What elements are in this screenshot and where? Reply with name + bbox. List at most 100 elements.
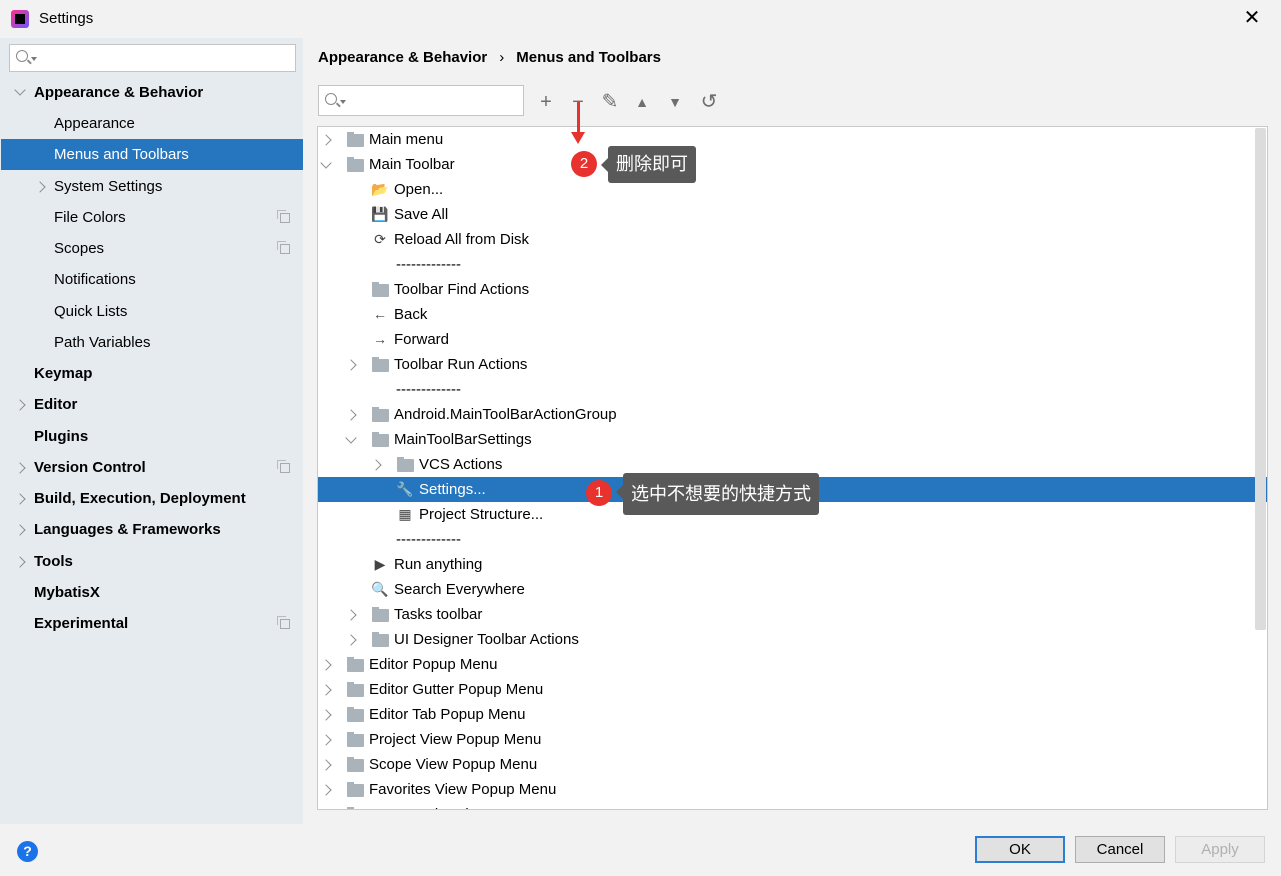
tree-item[interactable]: Toolbar Find Actions [318, 277, 1267, 302]
sidebar-item-label: System Settings [54, 178, 163, 195]
sidebar-item[interactable]: Appearance & Behavior [1, 77, 303, 108]
chevron-down-icon[interactable] [345, 432, 357, 444]
sidebar-item[interactable]: Languages & Frameworks [1, 514, 303, 545]
chevron-right-icon[interactable] [370, 459, 382, 471]
cancel-button[interactable]: Cancel [1075, 836, 1165, 863]
tree-item[interactable]: Toolbar Run Actions [318, 352, 1267, 377]
tree-item[interactable]: 🔍 Search Everywhere [318, 577, 1267, 602]
tree-item[interactable]: Editor Gutter Popup Menu [318, 677, 1267, 702]
move-down-button[interactable]: ▼ [663, 90, 687, 114]
sidebar-item-label: Editor [34, 396, 78, 413]
tree-item-label: Back [394, 306, 428, 323]
sidebar-item[interactable]: MybatisX [1, 577, 303, 608]
tree-item-label: Project View Popup Menu [369, 731, 542, 748]
sidebar-item[interactable]: Keymap [1, 358, 303, 389]
tree-item[interactable]: Main Toolbar [318, 152, 1267, 177]
tree-item-label: Run anything [394, 556, 483, 573]
chevron-down-icon[interactable] [14, 84, 26, 96]
tree-item[interactable]: 💾 Save All [318, 202, 1267, 227]
breadcrumb-separator: › [499, 49, 505, 66]
chevron-right-icon[interactable] [320, 134, 332, 146]
breadcrumb-current: Menus and Toolbars [516, 49, 661, 66]
sidebar-item[interactable]: Path Variables [1, 327, 303, 358]
tree-item-label: Search Everywhere [394, 581, 525, 598]
tree-item[interactable]: → Forward [318, 327, 1267, 352]
sidebar-item[interactable]: System Settings [1, 171, 303, 202]
tree-item[interactable]: ▶ Run anything [318, 552, 1267, 577]
sidebar-item[interactable]: Build, Execution, Deployment [1, 483, 303, 514]
tree-item[interactable]: Project View Popup Menu [318, 727, 1267, 752]
tree-item-label: Settings... [419, 481, 486, 498]
chevron-right-icon[interactable] [320, 659, 332, 671]
tree-item[interactable]: Editor Tab Popup Menu [318, 702, 1267, 727]
tree-item[interactable]: Favorites View Popup Menu [318, 777, 1267, 802]
sidebar-search-input[interactable] [9, 44, 296, 72]
chevron-right-icon[interactable] [14, 462, 26, 474]
run-anything-icon: ▶ [374, 556, 386, 572]
tree-item[interactable]: MainToolBarSettings [318, 427, 1267, 452]
tree-item[interactable]: ← Back [318, 302, 1267, 327]
chevron-right-icon[interactable] [345, 359, 357, 371]
chevron-right-icon[interactable] [320, 709, 332, 721]
vertical-scrollbar[interactable] [1255, 128, 1266, 630]
sidebar-item-label: Plugins [34, 428, 89, 445]
close-button[interactable]: ✕ [1240, 6, 1264, 30]
chevron-right-icon[interactable] [320, 759, 332, 771]
chevron-right-icon[interactable] [14, 493, 26, 505]
tree-item-label: ------------- [396, 256, 461, 273]
chevron-right-icon[interactable] [320, 684, 332, 696]
tree-item-label: MainToolBarSettings [394, 431, 532, 448]
restore-button[interactable]: ↺ [697, 90, 721, 114]
chevron-down-icon[interactable] [320, 157, 332, 169]
tree-item[interactable]: ------------- [318, 377, 1267, 402]
sidebar-item[interactable]: Menus and Toolbars [1, 139, 303, 170]
tree-item[interactable]: ------------- [318, 527, 1267, 552]
breadcrumb-parent[interactable]: Appearance & Behavior [318, 49, 487, 66]
tree-item[interactable]: Commander View Popup Menu [318, 802, 1267, 810]
sidebar-item-label: Build, Execution, Deployment [34, 490, 246, 507]
edit-button[interactable]: ✎ [598, 90, 622, 114]
chevron-right-icon[interactable] [320, 784, 332, 796]
tree-item[interactable]: Tasks toolbar [318, 602, 1267, 627]
tree-item[interactable]: 📂 Open... [318, 177, 1267, 202]
tree-item-label: Toolbar Find Actions [394, 281, 530, 298]
sidebar-item[interactable]: Version Control [1, 452, 303, 483]
tree-item[interactable]: ------------- [318, 252, 1267, 277]
chevron-right-icon[interactable] [14, 399, 26, 411]
sidebar-item[interactable]: Appearance [1, 108, 303, 139]
sidebar-item[interactable]: Tools [1, 546, 303, 577]
tree-item[interactable]: Android.MainToolBarActionGroup [318, 402, 1267, 427]
tree-item[interactable]: ⟳ Reload All from Disk [318, 227, 1267, 252]
sidebar-item[interactable]: Experimental [1, 608, 303, 639]
sidebar-item[interactable]: Scopes [1, 233, 303, 264]
search-icon: 🔍 [371, 581, 389, 597]
sidebar-item[interactable]: Quick Lists [1, 296, 303, 327]
chevron-right-icon[interactable] [14, 556, 26, 568]
add-button[interactable]: + [534, 90, 558, 114]
tree-item[interactable]: Editor Popup Menu [318, 652, 1267, 677]
chevron-right-icon[interactable] [345, 609, 357, 621]
tree-item-label: UI Designer Toolbar Actions [394, 631, 579, 648]
sidebar-item[interactable]: Editor [1, 389, 303, 420]
tree-search-input[interactable] [318, 85, 524, 116]
folder-icon [347, 132, 364, 147]
sidebar-item[interactable]: Notifications [1, 264, 303, 295]
chevron-right-icon[interactable] [345, 634, 357, 646]
tree-item[interactable]: Main menu [318, 127, 1267, 152]
tree-item[interactable]: UI Designer Toolbar Actions [318, 627, 1267, 652]
help-button[interactable]: ? [17, 841, 38, 862]
ok-button[interactable]: OK [975, 836, 1065, 863]
chevron-right-icon[interactable] [34, 181, 46, 193]
sidebar-item[interactable]: File Colors [1, 202, 303, 233]
tree-item-label: Editor Tab Popup Menu [369, 706, 526, 723]
tree-item-label: Save All [394, 206, 449, 223]
annotation-callout-1: 选中不想要的快捷方式 [616, 473, 819, 515]
sidebar-item[interactable]: Plugins [1, 421, 303, 452]
chevron-right-icon[interactable] [320, 734, 332, 746]
apply-button[interactable]: Apply [1175, 836, 1265, 863]
move-up-button[interactable]: ▲ [630, 90, 654, 114]
chevron-right-icon[interactable] [14, 524, 26, 536]
chevron-right-icon[interactable] [320, 809, 331, 810]
chevron-right-icon[interactable] [345, 409, 357, 421]
tree-item[interactable]: Scope View Popup Menu [318, 752, 1267, 777]
